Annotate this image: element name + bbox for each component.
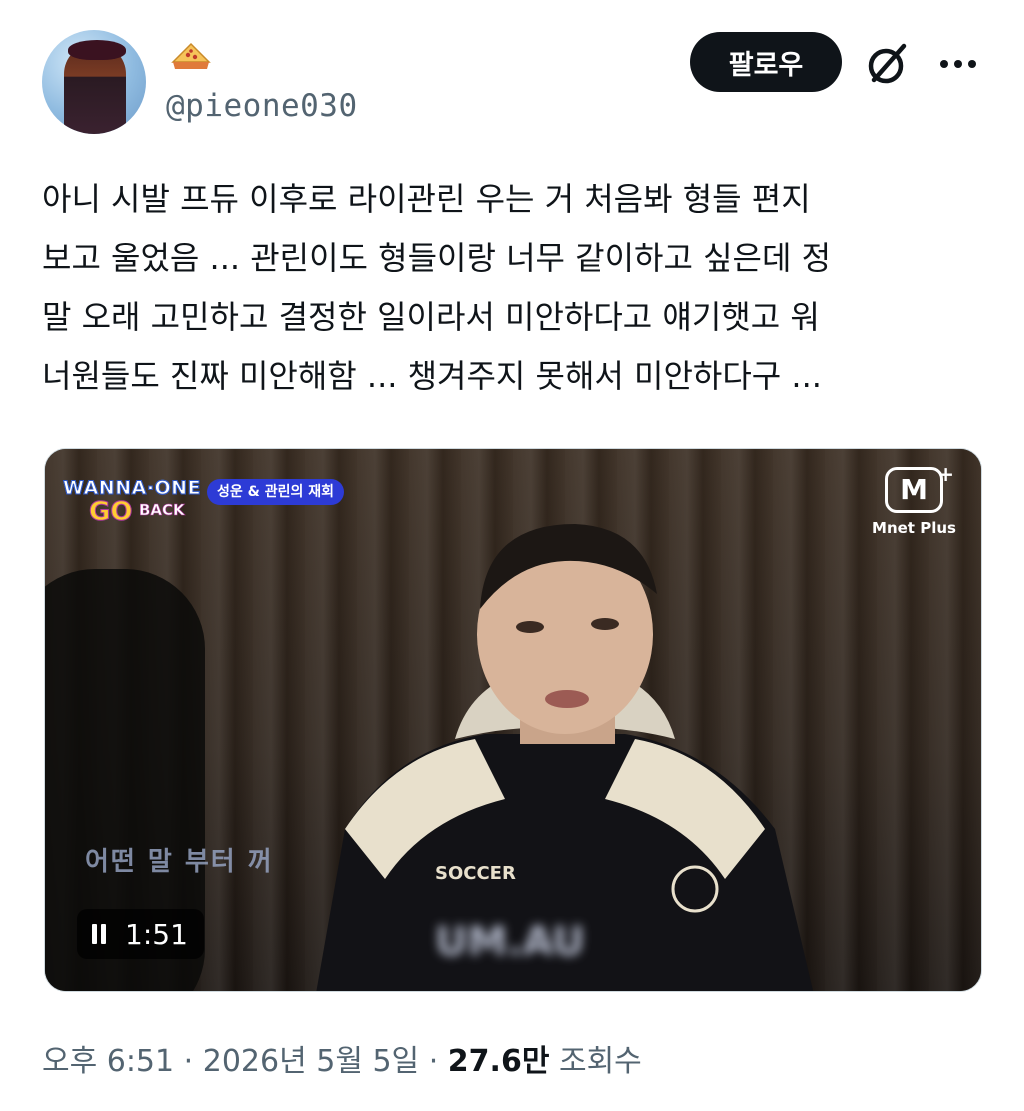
channel-logo: M Mnet Plus — [869, 454, 959, 547]
channel-name: Mnet Plus — [872, 519, 956, 537]
author-avatar[interactable] — [42, 30, 146, 134]
follow-button[interactable]: 팔로우 — [690, 32, 842, 92]
blurred-logo: UM.AU — [435, 919, 585, 965]
tweet-meta: 오후 6:51 · 2026년 5월 5일 · 27.6만 조회수 — [42, 1036, 642, 1080]
tweet-text: 아니 시발 프듀 이후로 라이관린 우는 거 처음봐 형들 편지 보고 울었음 … — [42, 170, 982, 406]
show-logo-back: BACK — [139, 501, 185, 520]
episode-badge: 성운 & 관린의 재회 — [207, 479, 344, 505]
tweet-time[interactable]: 오후 6:51 — [42, 1044, 174, 1079]
video-player[interactable]: SOCCER WANNA·ONE GO BACK 성운 & 관린의 재회 M M… — [44, 448, 982, 992]
player-controls[interactable]: 1:51 — [77, 909, 204, 959]
meta-separator: · — [183, 1044, 194, 1079]
video-duration: 1:51 — [125, 917, 188, 951]
avatar-hat — [68, 40, 126, 60]
tweet-date[interactable]: 2026년 5월 5일 — [203, 1044, 419, 1079]
meta-separator: · — [428, 1044, 439, 1079]
author-handle[interactable]: @pieone030 — [166, 88, 358, 124]
show-logo: WANNA·ONE GO BACK — [62, 477, 211, 533]
views-count[interactable]: 27.6만 — [448, 1044, 550, 1079]
channel-mark: M — [885, 454, 954, 513]
tweet-text-line: 아니 시발 프듀 이후로 라이관린 우는 거 처음봐 형들 편지 — [42, 180, 811, 218]
tweet-text-line: 너원들도 진짜 미안해함 ... 챙겨주지 못해서 미안하다구 ... — [42, 357, 822, 395]
tweet-text-line: 보고 울었음 ... 관린이도 형들이랑 너무 같이하고 싶은데 정 — [42, 239, 832, 277]
more-icon[interactable] — [934, 48, 982, 80]
show-logo-go: GO — [88, 497, 133, 528]
pie-emoji-icon — [171, 42, 211, 69]
show-logo-title: WANNA·ONE — [62, 477, 202, 500]
pause-icon[interactable] — [91, 924, 107, 944]
grok-icon[interactable] — [862, 38, 914, 90]
svg-text:SOCCER: SOCCER — [435, 863, 516, 884]
views-label: 조회수 — [558, 1044, 642, 1079]
tweet-text-line: 말 오래 고민하고 결정한 일이라서 미안하다고 얘기햇고 워 — [42, 298, 820, 336]
video-subtitle: 어떤 말 부터 꺼 — [85, 847, 274, 877]
